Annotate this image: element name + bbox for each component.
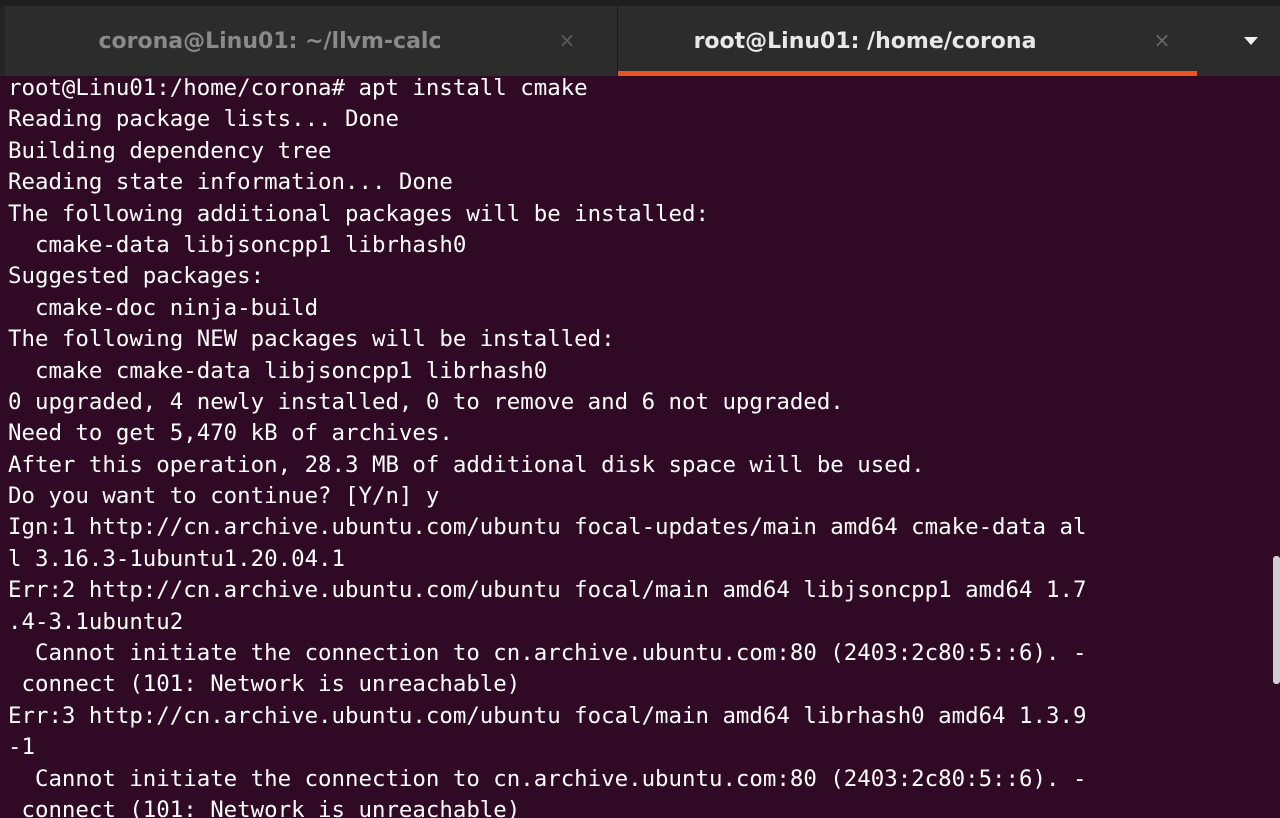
terminal-line: Need to get 5,470 kB of archives. — [8, 420, 453, 447]
tab-bar: corona@Linu01: ~/llvm-calc × root@Linu01… — [0, 0, 1280, 76]
terminal-line: Reading package lists... Done — [8, 106, 399, 133]
close-icon[interactable]: × — [555, 28, 579, 52]
terminal-line: Cannot initiate the connection to cn.arc… — [8, 640, 1087, 667]
terminal-line: Suggested packages: — [8, 263, 265, 290]
tab-title: corona@Linu01: ~/llvm-calc — [98, 28, 442, 54]
scrollbar-thumb[interactable] — [1273, 556, 1280, 684]
terminal-line: Building dependency tree — [8, 137, 332, 164]
terminal-line: Do you want to continue? [Y/n] y — [8, 483, 440, 510]
terminal-lines: root@Linu01:/home/corona# apt install cm… — [8, 76, 1086, 818]
terminal-line: cmake-data libjsoncpp1 librhash0 — [8, 231, 467, 258]
scrollbar-track[interactable] — [1272, 76, 1280, 818]
terminal-line: The following NEW packages will be insta… — [8, 326, 615, 353]
chevron-down-icon — [1244, 37, 1258, 45]
terminal-line: root@Linu01:/home/corona# apt install cm… — [8, 76, 588, 101]
terminal-line: Reading state information... Done — [8, 169, 453, 196]
terminal-line: cmake cmake-data libjsoncpp1 librhash0 — [8, 357, 548, 384]
terminal-line: The following additional packages will b… — [8, 200, 709, 227]
tab-menu-button[interactable] — [1198, 6, 1280, 76]
terminal-line: Cannot initiate the connection to cn.arc… — [8, 765, 1087, 792]
terminal-line: Err:2 http://cn.archive.ubuntu.com/ubunt… — [8, 577, 1087, 604]
terminal-line: After this operation, 28.3 MB of additio… — [8, 451, 925, 478]
tab-title: root@Linu01: /home/corona — [693, 28, 1037, 54]
terminal-line: Err:3 http://cn.archive.ubuntu.com/ubunt… — [8, 702, 1087, 729]
terminal-line: 0 upgraded, 4 newly installed, 0 to remo… — [8, 388, 844, 415]
terminal-line: connect (101: Network is unreachable) — [8, 671, 521, 698]
terminal-output[interactable]: root@Linu01:/home/corona# apt install cm… — [0, 76, 1272, 818]
terminal-line: l 3.16.3-1ubuntu1.20.04.1 — [8, 545, 346, 572]
terminal-line: Ign:1 http://cn.archive.ubuntu.com/ubunt… — [8, 514, 1087, 541]
tab-root-home-corona[interactable]: root@Linu01: /home/corona × — [618, 6, 1198, 76]
terminal-line: connect (101: Network is unreachable) — [8, 796, 521, 818]
terminal-line: cmake-doc ninja-build — [8, 294, 319, 321]
tab-llvm-calc[interactable]: corona@Linu01: ~/llvm-calc × — [5, 6, 617, 76]
terminal-line: .4-3.1ubuntu2 — [8, 608, 184, 635]
terminal-window: corona@Linu01: ~/llvm-calc × root@Linu01… — [0, 0, 1280, 818]
terminal-line: -1 — [8, 734, 35, 761]
close-icon[interactable]: × — [1150, 28, 1174, 52]
